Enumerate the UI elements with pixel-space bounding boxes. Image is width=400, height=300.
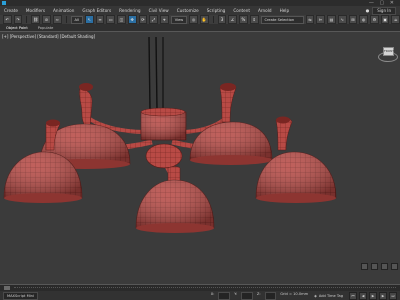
add-time-tag-label: Add Time Tag <box>318 293 343 298</box>
maximize-viewport-icon[interactable] <box>391 263 398 270</box>
next-frame-icon[interactable]: ▶ <box>379 291 387 300</box>
select-rotate-icon[interactable]: ⟳ <box>138 15 148 24</box>
menu-civil-view[interactable]: Civil View <box>145 8 173 13</box>
curve-editor-icon[interactable]: ∿ <box>337 15 347 24</box>
menu-animation[interactable]: Animation <box>49 8 78 13</box>
window-crossing-icon[interactable]: ◫ <box>117 15 126 24</box>
grid-readout: Grid = 10.0mm <box>280 291 309 296</box>
menu-bar: Create Modifiers Animation Graph Editors… <box>0 6 400 15</box>
ribbon: Object Paint Populate <box>0 24 400 31</box>
rect-region-icon[interactable]: ▭ <box>106 15 116 24</box>
play-icon[interactable]: ▶ <box>369 291 377 300</box>
tag-icon: ◈ <box>314 293 317 298</box>
chandelier-mesh <box>3 36 337 233</box>
maxscript-listener[interactable]: MAXScript Mini <box>3 291 38 300</box>
select-move-icon[interactable]: ✥ <box>127 15 137 24</box>
hanging-rod <box>155 36 158 111</box>
spinner-snap-icon[interactable]: ⇕ <box>249 15 259 24</box>
menu-content[interactable]: Content <box>229 8 254 13</box>
menu-graph-editors[interactable]: Graph Editors <box>78 8 115 13</box>
menu-modifiers[interactable]: Modifiers <box>22 8 49 13</box>
render-frame-icon[interactable]: ▣ <box>380 15 390 24</box>
add-time-tag[interactable]: ◈ Add Time Tag <box>314 294 343 298</box>
lamp-back-right <box>189 83 273 165</box>
tab-populate[interactable]: Populate <box>38 26 54 30</box>
app-logo <box>2 1 6 5</box>
viewport-nav-controls <box>361 263 398 270</box>
menu-arnold[interactable]: Arnold <box>254 8 276 13</box>
bind-spacewarp-icon[interactable]: ≈ <box>52 15 62 24</box>
tab-object-paint[interactable]: Object Paint <box>6 26 28 30</box>
pan-icon[interactable] <box>371 263 378 270</box>
menu-customize[interactable]: Customize <box>173 8 203 13</box>
playback-controls: ⏮ ◀ ▶ ▶ ⏭ <box>349 291 397 300</box>
select-scale-icon[interactable]: ⤢ <box>149 15 158 24</box>
toolbar-divider <box>212 16 214 23</box>
unlink-icon[interactable]: ⊘ <box>42 15 51 24</box>
align-icon[interactable]: ⊨ <box>316 15 326 24</box>
viewcube-face[interactable]: FRONT <box>383 47 394 56</box>
time-slider-handle[interactable] <box>4 286 10 290</box>
menu-scripting[interactable]: Scripting <box>203 8 230 13</box>
link-icon[interactable]: ⛓ <box>31 15 41 24</box>
render-icon[interactable]: ☕ <box>391 15 400 24</box>
viewcube[interactable]: FRONT <box>377 45 398 67</box>
y-field[interactable] <box>241 291 253 300</box>
reference-coord-dropdown[interactable]: View <box>170 15 188 24</box>
menu-help[interactable]: Help <box>276 8 294 13</box>
coordinate-display: X: Y: Z: Grid = 10.0mm <box>210 291 309 300</box>
hanging-rod <box>148 36 151 111</box>
angle-snap-icon[interactable]: ∠ <box>228 15 238 24</box>
select-manipulate-icon[interactable]: ✋ <box>199 15 209 24</box>
user-icon[interactable]: ● <box>366 8 370 13</box>
prev-frame-icon[interactable]: ◀ <box>359 291 367 300</box>
redo-icon[interactable]: ↷ <box>13 15 23 24</box>
select-place-icon[interactable]: ⌖ <box>160 15 169 24</box>
lamp-front-center <box>135 166 215 233</box>
orbit-icon[interactable] <box>381 263 388 270</box>
timeline-ticks <box>14 287 396 290</box>
z-label: Z: <box>256 291 261 296</box>
select-object-icon[interactable]: ↖ <box>84 15 94 24</box>
perspective-viewport[interactable]: [+] [Perspective] [Standard] [Default Sh… <box>0 31 400 285</box>
toolbar-divider <box>65 16 67 23</box>
3dsmax-window: — ▢ ✕ Create Modifiers Animation Graph E… <box>0 0 400 300</box>
zoom-icon[interactable] <box>361 263 368 270</box>
material-editor-icon[interactable]: ◍ <box>359 15 369 24</box>
main-toolbar: ↶ ↷ ⛓ ⊘ ≈ All ↖ ≡ ▭ ◫ ✥ ⟳ ⤢ ⌖ View ◎ ✋ 3… <box>0 15 400 28</box>
percent-snap-icon[interactable]: % <box>239 15 248 24</box>
x-label: X: <box>210 291 215 296</box>
schematic-view-icon[interactable]: ⊞ <box>348 15 358 24</box>
pivot-center-icon[interactable]: ◎ <box>189 15 198 24</box>
signin-button[interactable]: Sign In <box>372 6 396 15</box>
selection-filter-dropdown[interactable]: All <box>70 15 83 24</box>
hub-bottom <box>145 143 183 169</box>
select-by-name-icon[interactable]: ≡ <box>95 15 105 24</box>
undo-icon[interactable]: ↶ <box>3 15 12 24</box>
viewport-label[interactable]: [+] [Perspective] [Standard] [Default Sh… <box>2 34 95 39</box>
mirror-icon[interactable]: ⇋ <box>305 15 315 24</box>
menu-rendering[interactable]: Rendering <box>115 8 144 13</box>
y-label: Y: <box>234 291 238 296</box>
snaps-toggle-icon[interactable]: 3 <box>217 15 227 24</box>
status-bar: MAXScript Mini X: Y: Z: Grid = 10.0mm ◈ … <box>0 291 400 300</box>
goto-start-icon[interactable]: ⏮ <box>349 291 357 300</box>
goto-end-icon[interactable]: ⏭ <box>389 291 397 300</box>
render-setup-icon[interactable]: ⚙ <box>370 15 379 24</box>
menu-create[interactable]: Create <box>0 8 22 13</box>
signin-area: ● Sign In <box>366 6 400 15</box>
x-field[interactable] <box>218 291 231 300</box>
layer-explorer-icon[interactable]: ▤ <box>327 15 336 24</box>
named-selection-dropdown[interactable]: Create Selection Set <box>260 15 304 28</box>
toolbar-divider <box>26 16 28 23</box>
z-field[interactable] <box>264 291 277 300</box>
